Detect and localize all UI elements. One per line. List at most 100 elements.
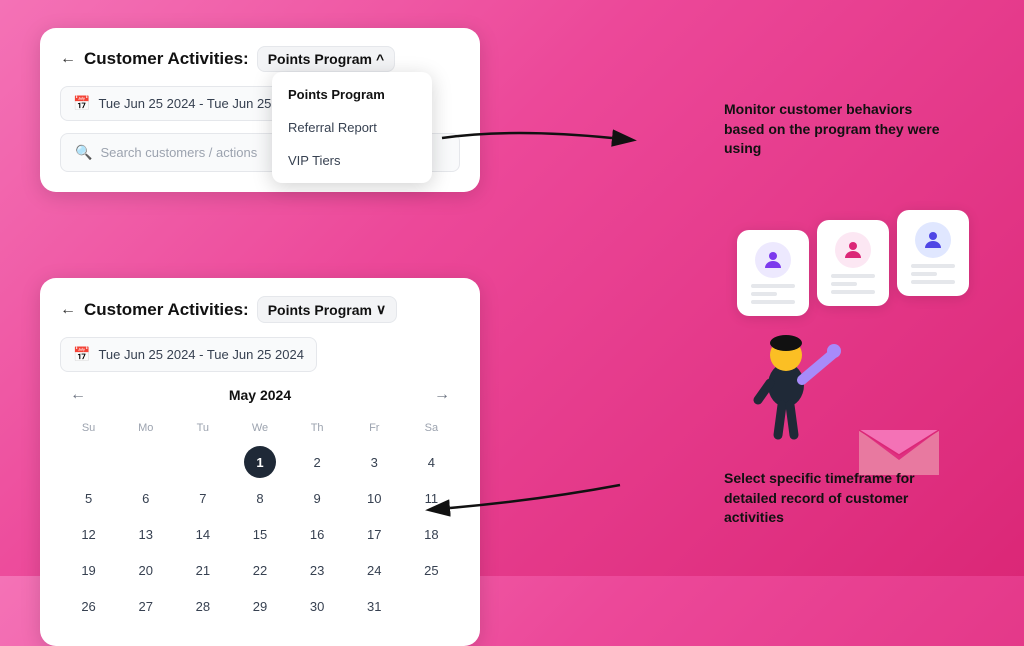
bottom-program-selector[interactable]: Points Program ∨	[257, 296, 398, 323]
cal-day-27[interactable]: 27	[130, 590, 162, 622]
cal-day-25[interactable]: 25	[415, 554, 447, 586]
calendar-week-1: 1 2 3 4	[60, 446, 460, 478]
calendar-week-4: 19 20 21 22 23 24 25	[60, 554, 460, 586]
card-lines-1	[751, 284, 795, 304]
profile-card-2	[817, 220, 889, 306]
cal-day-22[interactable]: 22	[244, 554, 276, 586]
profile-card-3	[897, 210, 969, 296]
day-header-sa: Sa	[403, 418, 460, 438]
search-placeholder-text: Search customers / actions	[100, 145, 257, 160]
cal-day-28[interactable]: 28	[187, 590, 219, 622]
cal-day-empty	[187, 446, 219, 478]
avatar-2	[835, 232, 871, 268]
cal-day-5[interactable]: 5	[73, 482, 105, 514]
program-dropdown: Points Program Referral Report VIP Tiers	[272, 72, 432, 183]
cal-day-10[interactable]: 10	[358, 482, 390, 514]
card-line	[911, 280, 955, 284]
bottom-card-header: ← Customer Activities: Points Program ∨	[60, 296, 460, 323]
arrow-top-svg	[432, 108, 632, 168]
card-line-short	[751, 292, 777, 296]
page-title: Customer Activities:	[84, 49, 249, 69]
day-header-fr: Fr	[346, 418, 403, 438]
dropdown-item-points[interactable]: Points Program	[272, 78, 432, 111]
cal-day-24[interactable]: 24	[358, 554, 390, 586]
cal-day-15[interactable]: 15	[244, 518, 276, 550]
bottom-page-title: Customer Activities:	[84, 300, 249, 320]
avatar-3	[915, 222, 951, 258]
cards-illustration	[737, 230, 969, 316]
cal-day-26[interactable]: 26	[73, 590, 105, 622]
back-arrow-icon[interactable]: ←	[60, 50, 76, 68]
search-icon: 🔍	[75, 144, 92, 161]
card-lines-3	[911, 264, 955, 284]
cal-day-2[interactable]: 2	[301, 446, 333, 478]
annotation-top-text: Monitor customer behaviors based on the …	[724, 101, 940, 156]
annotation-top: Monitor customer behaviors based on the …	[724, 100, 944, 159]
bottom-calendar-icon: 📅	[73, 346, 90, 363]
calendar: ← May 2024 → Su Mo Tu We Th Fr Sa 1 2 3	[60, 384, 460, 622]
card-line	[831, 274, 875, 278]
calendar-grid: Su Mo Tu We Th Fr Sa 1 2 3 4 5 6	[60, 418, 460, 622]
cal-day-30[interactable]: 30	[301, 590, 333, 622]
arrow-bottom-svg	[440, 470, 640, 530]
dropdown-item-vip[interactable]: VIP Tiers	[272, 144, 432, 177]
bottom-program-badge-label: Points Program	[268, 302, 372, 318]
day-header-we: We	[231, 418, 288, 438]
cal-day-31[interactable]: 31	[358, 590, 390, 622]
cal-day-empty	[73, 446, 105, 478]
cal-day-empty	[415, 590, 447, 622]
card-line	[831, 290, 875, 294]
cal-day-23[interactable]: 23	[301, 554, 333, 586]
bottom-date-range-row[interactable]: 📅 Tue Jun 25 2024 - Tue Jun 25 2024	[60, 337, 317, 372]
avatar-1	[755, 242, 791, 278]
program-selector[interactable]: Points Program ^	[257, 46, 395, 72]
top-card-header: ← Customer Activities: Points Program ^	[60, 46, 460, 72]
chevron-up-icon: ^	[376, 51, 384, 67]
card-line	[911, 264, 955, 268]
cal-day-16[interactable]: 16	[301, 518, 333, 550]
cal-day-19[interactable]: 19	[73, 554, 105, 586]
card-line-short	[911, 272, 937, 276]
bottom-back-arrow-icon[interactable]: ←	[60, 301, 76, 319]
cal-day-29[interactable]: 29	[244, 590, 276, 622]
chevron-down-icon: ∨	[376, 301, 386, 318]
day-header-th: Th	[289, 418, 346, 438]
calendar-header-row: Su Mo Tu We Th Fr Sa	[60, 418, 460, 438]
profile-card-1	[737, 230, 809, 316]
card-lines-2	[831, 274, 875, 294]
cal-day-20[interactable]: 20	[130, 554, 162, 586]
calendar-month-label: May 2024	[229, 387, 291, 403]
cal-day-7[interactable]: 7	[187, 482, 219, 514]
dropdown-item-referral[interactable]: Referral Report	[272, 111, 432, 144]
cal-day-empty	[130, 446, 162, 478]
annotation-bottom-text: Select specific timeframe for detailed r…	[724, 470, 915, 525]
cal-day-21[interactable]: 21	[187, 554, 219, 586]
cal-day-6[interactable]: 6	[130, 482, 162, 514]
cal-day-14[interactable]: 14	[187, 518, 219, 550]
cal-day-1[interactable]: 1	[244, 446, 276, 478]
card-line	[751, 284, 795, 288]
card-line-short	[831, 282, 857, 286]
calendar-week-2: 5 6 7 8 9 10 11	[60, 482, 460, 514]
cal-day-9[interactable]: 9	[301, 482, 333, 514]
day-header-mo: Mo	[117, 418, 174, 438]
cal-day-12[interactable]: 12	[73, 518, 105, 550]
prev-month-button[interactable]: ←	[64, 384, 92, 406]
cal-day-13[interactable]: 13	[130, 518, 162, 550]
bottom-card: ← Customer Activities: Points Program ∨ …	[40, 278, 480, 646]
next-month-button[interactable]: →	[428, 384, 456, 406]
calendar-week-3: 12 13 14 15 16 17 18	[60, 518, 460, 550]
card-line	[751, 300, 795, 304]
cal-day-17[interactable]: 17	[358, 518, 390, 550]
program-badge-label: Points Program	[268, 51, 372, 67]
annotation-bottom: Select specific timeframe for detailed r…	[724, 469, 964, 528]
cal-day-3[interactable]: 3	[358, 446, 390, 478]
bottom-date-range-text: Tue Jun 25 2024 - Tue Jun 25 2024	[98, 347, 304, 362]
calendar-nav: ← May 2024 →	[60, 384, 460, 406]
cal-day-8[interactable]: 8	[244, 482, 276, 514]
day-header-su: Su	[60, 418, 117, 438]
calendar-week-5: 26 27 28 29 30 31	[60, 590, 460, 622]
day-header-tu: Tu	[174, 418, 231, 438]
calendar-icon: 📅	[73, 95, 90, 112]
person-illustration	[744, 325, 854, 475]
